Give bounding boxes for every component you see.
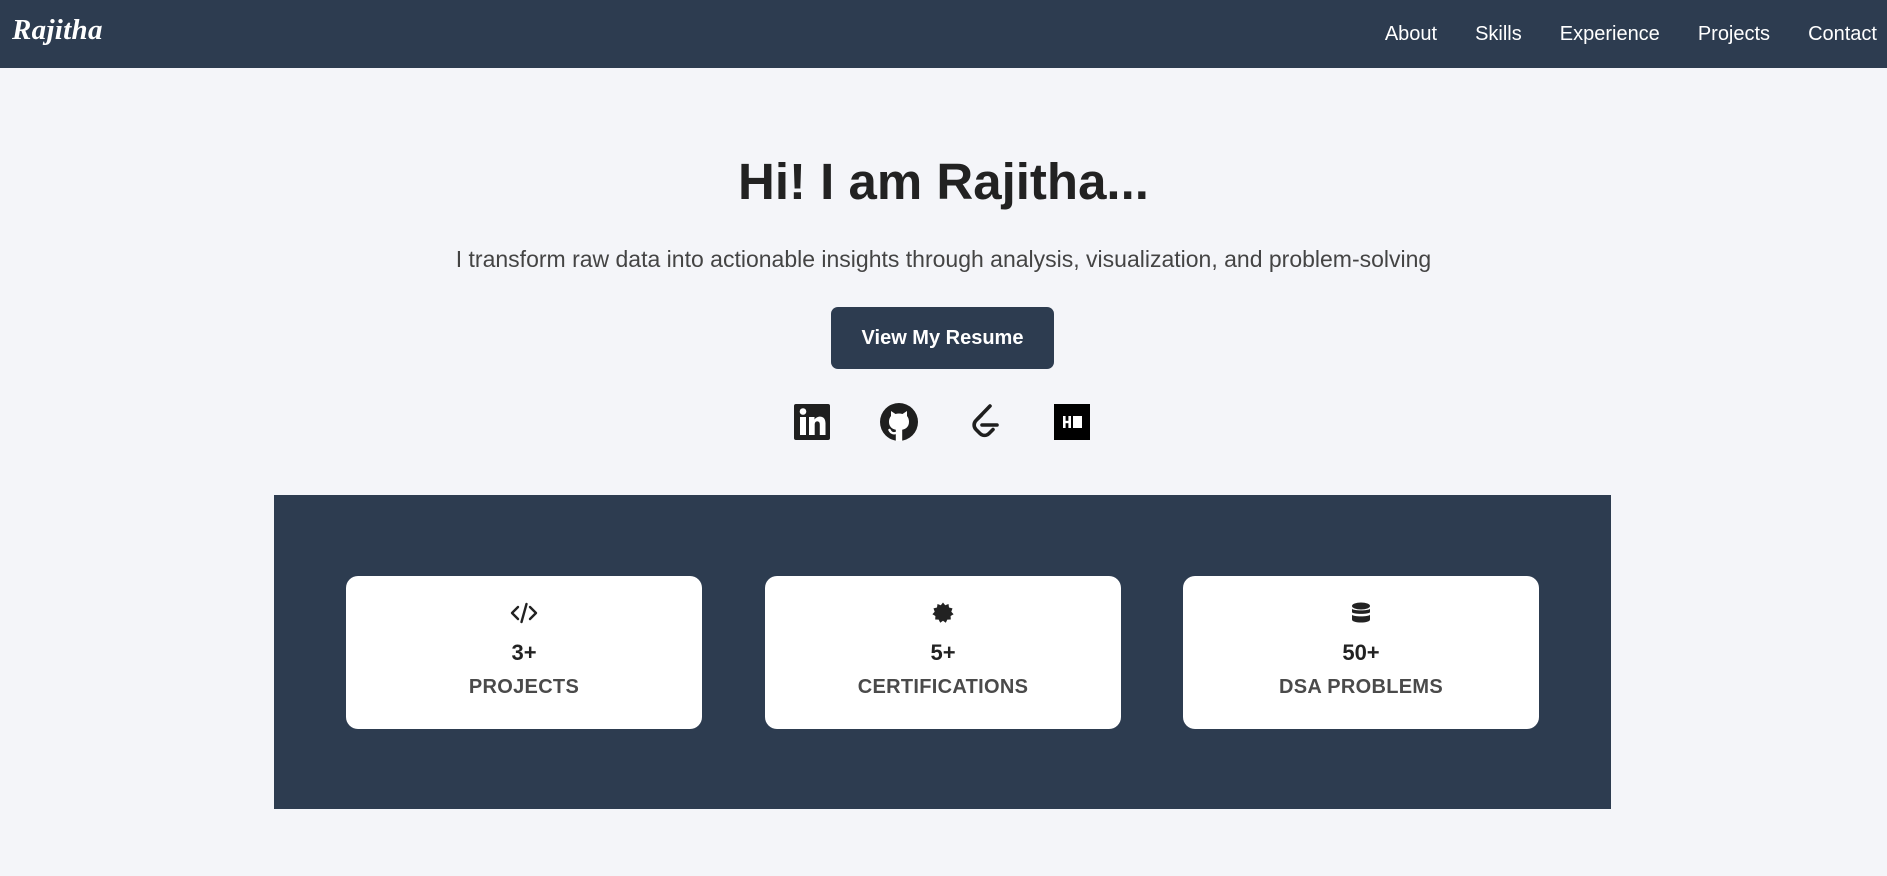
database-icon: [1183, 602, 1539, 624]
hero-subtitle: I transform raw data into actionable ins…: [455, 246, 1432, 272]
nav-link-about[interactable]: About: [1385, 23, 1437, 46]
stat-value: 5+: [930, 640, 956, 665]
hackerrank-icon[interactable]: [1050, 400, 1094, 444]
stat-value: 50+: [1342, 640, 1380, 665]
linkedin-icon[interactable]: [790, 400, 834, 444]
stat-card-dsa-problems: 50+ DSA PROBLEMS: [1183, 576, 1539, 729]
nav-link-projects[interactable]: Projects: [1698, 23, 1770, 46]
stat-value: 3+: [511, 640, 537, 665]
brand-logo[interactable]: Rajitha: [12, 14, 103, 47]
code-icon: [346, 602, 702, 624]
stat-label: CERTIFICATIONS: [857, 676, 1029, 698]
certificate-icon: [765, 602, 1121, 624]
hero-title: Hi! I am Rajitha...: [738, 153, 1149, 210]
view-resume-button[interactable]: View My Resume: [831, 307, 1054, 369]
stat-card-certifications: 5+ CERTIFICATIONS: [765, 576, 1121, 729]
nav-links: About Skills Experience Projects Contact: [1385, 0, 1877, 68]
nav-link-experience[interactable]: Experience: [1560, 23, 1660, 46]
nav-link-contact[interactable]: Contact: [1808, 23, 1877, 46]
nav-link-skills[interactable]: Skills: [1475, 23, 1522, 46]
stat-label: DSA PROBLEMS: [1279, 676, 1443, 698]
stats-section: 3+ PROJECTS 5+ CERTIFICATIONS 50+ DSA PR…: [274, 495, 1611, 809]
navbar: Rajitha About Skills Experience Projects…: [0, 0, 1887, 68]
github-icon[interactable]: [877, 400, 921, 444]
stat-card-projects: 3+ PROJECTS: [346, 576, 702, 729]
stat-label: PROJECTS: [468, 676, 580, 698]
leetcode-icon[interactable]: [964, 400, 1008, 444]
